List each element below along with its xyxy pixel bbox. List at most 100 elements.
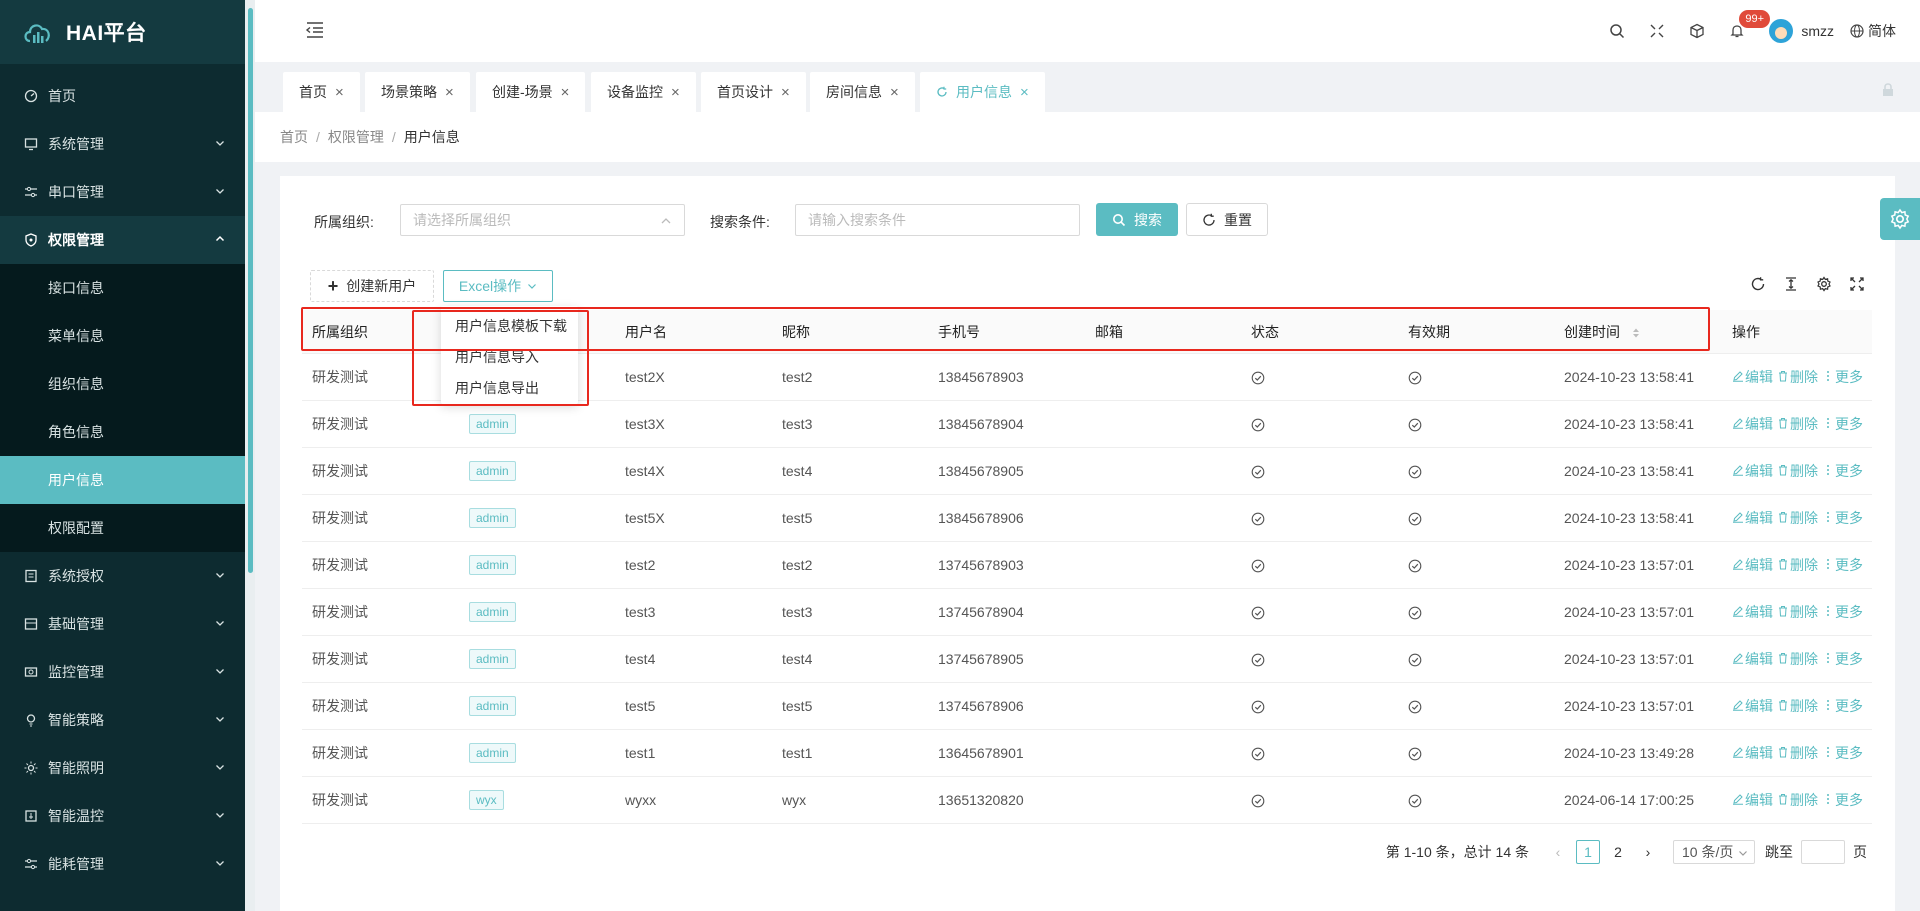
delete-button[interactable]: 删除 [1777,649,1818,669]
sidebar-item-permission[interactable]: 权限管理 [0,216,245,264]
edit-button[interactable]: 编辑 [1732,414,1773,434]
table-row: 研发测试 admin test5X test5 13845678906 2024-10-2… [302,495,1872,542]
delete-button[interactable]: 删除 [1777,743,1818,763]
sidebar-item-system[interactable]: 系统管理 [0,120,245,168]
prev-page-button[interactable]: ‹ [1546,840,1570,864]
excel-dropdown-button[interactable]: Excel操作 [443,270,553,302]
delete-button[interactable]: 删除 [1777,790,1818,810]
menu-item-import[interactable]: 用户信息导入 [441,341,578,372]
menu-item-template-download[interactable]: 用户信息模板下载 [441,310,578,341]
sidebar-subitem-user[interactable]: 用户信息 [0,456,245,504]
more-button[interactable]: 更多 [1822,602,1863,622]
tab-scene-strategy[interactable]: 场景策略 × [365,72,470,112]
fullscreen-icon[interactable] [1840,276,1873,292]
more-button[interactable]: 更多 [1822,790,1863,810]
menu-item-export[interactable]: 用户信息导出 [441,372,578,403]
delete-button[interactable]: 删除 [1777,696,1818,716]
page-1-button[interactable]: 1 [1576,840,1600,864]
sidebar-subitem-menu[interactable]: 菜单信息 [0,312,245,360]
column-height-icon[interactable] [1774,276,1807,292]
edit-button[interactable]: 编辑 [1732,790,1773,810]
chevron-up-icon [661,218,671,224]
cell-actions: 编辑 删除 更多 [1722,555,1872,575]
tab-home[interactable]: 首页 × [283,72,360,112]
menu-fold-icon[interactable] [305,20,325,40]
gear-icon[interactable] [1807,276,1840,292]
cell-actions: 编辑 删除 更多 [1722,414,1872,434]
sidebar-subitem-org[interactable]: 组织信息 [0,360,245,408]
col-created[interactable]: 创建时间 [1554,322,1722,342]
jump-input[interactable] [1801,840,1845,864]
search-button[interactable]: 搜索 [1096,203,1178,236]
delete-button[interactable]: 删除 [1777,602,1818,622]
user-menu[interactable]: smzz [1757,0,1850,62]
col-username: 用户名 [625,323,667,340]
sidebar-item-basic[interactable]: 基础管理 [0,600,245,648]
sidebar-item-home[interactable]: 首页 [0,72,245,120]
search-icon[interactable] [1597,0,1637,62]
page-size-select[interactable]: 10 条/页 [1673,840,1755,864]
page-2-button[interactable]: 2 [1606,840,1630,864]
language-switch[interactable]: 简体 [1850,21,1920,41]
logo[interactable]: HAI平台 [0,0,245,64]
sidebar-item-lighting[interactable]: 智能照明 [0,744,245,792]
more-button[interactable]: 更多 [1822,414,1863,434]
close-icon[interactable]: × [671,84,680,101]
close-icon[interactable]: × [561,84,570,101]
delete-button[interactable]: 删除 [1777,508,1818,528]
edit-button[interactable]: 编辑 [1732,508,1773,528]
edit-button[interactable]: 编辑 [1732,461,1773,481]
next-page-button[interactable]: › [1636,840,1660,864]
sidebar-item-monitor[interactable]: 监控管理 [0,648,245,696]
more-button[interactable]: 更多 [1822,743,1863,763]
sidebar-subitem-role[interactable]: 角色信息 [0,408,245,456]
more-button[interactable]: 更多 [1822,696,1863,716]
more-button[interactable]: 更多 [1822,649,1863,669]
close-icon[interactable]: × [890,84,899,101]
tab-device-monitor[interactable]: 设备监控 × [591,72,696,112]
sidebar-subitem-perm-config[interactable]: 权限配置 [0,504,245,552]
delete-button[interactable]: 删除 [1777,367,1818,387]
floating-settings-button[interactable] [1880,198,1920,240]
tab-create-scene[interactable]: 创建-场景 × [476,72,586,112]
close-icon[interactable]: × [781,84,790,101]
reset-button[interactable]: 重置 [1186,203,1268,236]
more-button[interactable]: 更多 [1822,508,1863,528]
sidebar-item-energy[interactable]: 能耗管理 [0,840,245,888]
sort-icon[interactable] [1632,327,1640,339]
org-select[interactable]: 请选择所属组织 [400,204,685,236]
edit-button[interactable]: 编辑 [1732,696,1773,716]
sidebar-subitem-api[interactable]: 接口信息 [0,264,245,312]
breadcrumb-parent[interactable]: 权限管理 [328,127,384,147]
edit-button[interactable]: 编辑 [1732,649,1773,669]
sidebar-scrollbar-thumb[interactable] [248,8,253,573]
delete-button[interactable]: 删除 [1777,461,1818,481]
fullscreen-icon[interactable] [1637,0,1677,62]
sidebar-item-thermo[interactable]: 智能温控 [0,792,245,840]
cube-icon[interactable] [1677,0,1717,62]
create-user-button[interactable]: + 创建新用户 [310,270,434,302]
lock-icon[interactable] [1880,82,1896,98]
bell-icon[interactable]: 99+ [1717,0,1770,62]
tab-user-info[interactable]: 用户信息 × [920,72,1045,112]
more-button[interactable]: 更多 [1822,461,1863,481]
edit-button[interactable]: 编辑 [1732,743,1773,763]
tab-room-info[interactable]: 房间信息 × [810,72,915,112]
edit-button[interactable]: 编辑 [1732,367,1773,387]
sidebar-item-license[interactable]: 系统授权 [0,552,245,600]
reload-icon[interactable] [1741,276,1774,292]
edit-button[interactable]: 编辑 [1732,602,1773,622]
sidebar-item-serial[interactable]: 串口管理 [0,168,245,216]
close-icon[interactable]: × [335,84,344,101]
close-icon[interactable]: × [445,84,454,101]
delete-button[interactable]: 删除 [1777,414,1818,434]
breadcrumb-home[interactable]: 首页 [280,127,308,147]
close-icon[interactable]: × [1020,84,1029,101]
sidebar-item-strategy[interactable]: 智能策略 [0,696,245,744]
delete-button[interactable]: 删除 [1777,555,1818,575]
search-input[interactable]: 请输入搜索条件 [795,204,1080,236]
more-button[interactable]: 更多 [1822,367,1863,387]
more-button[interactable]: 更多 [1822,555,1863,575]
edit-button[interactable]: 编辑 [1732,555,1773,575]
tab-home-design[interactable]: 首页设计 × [701,72,806,112]
